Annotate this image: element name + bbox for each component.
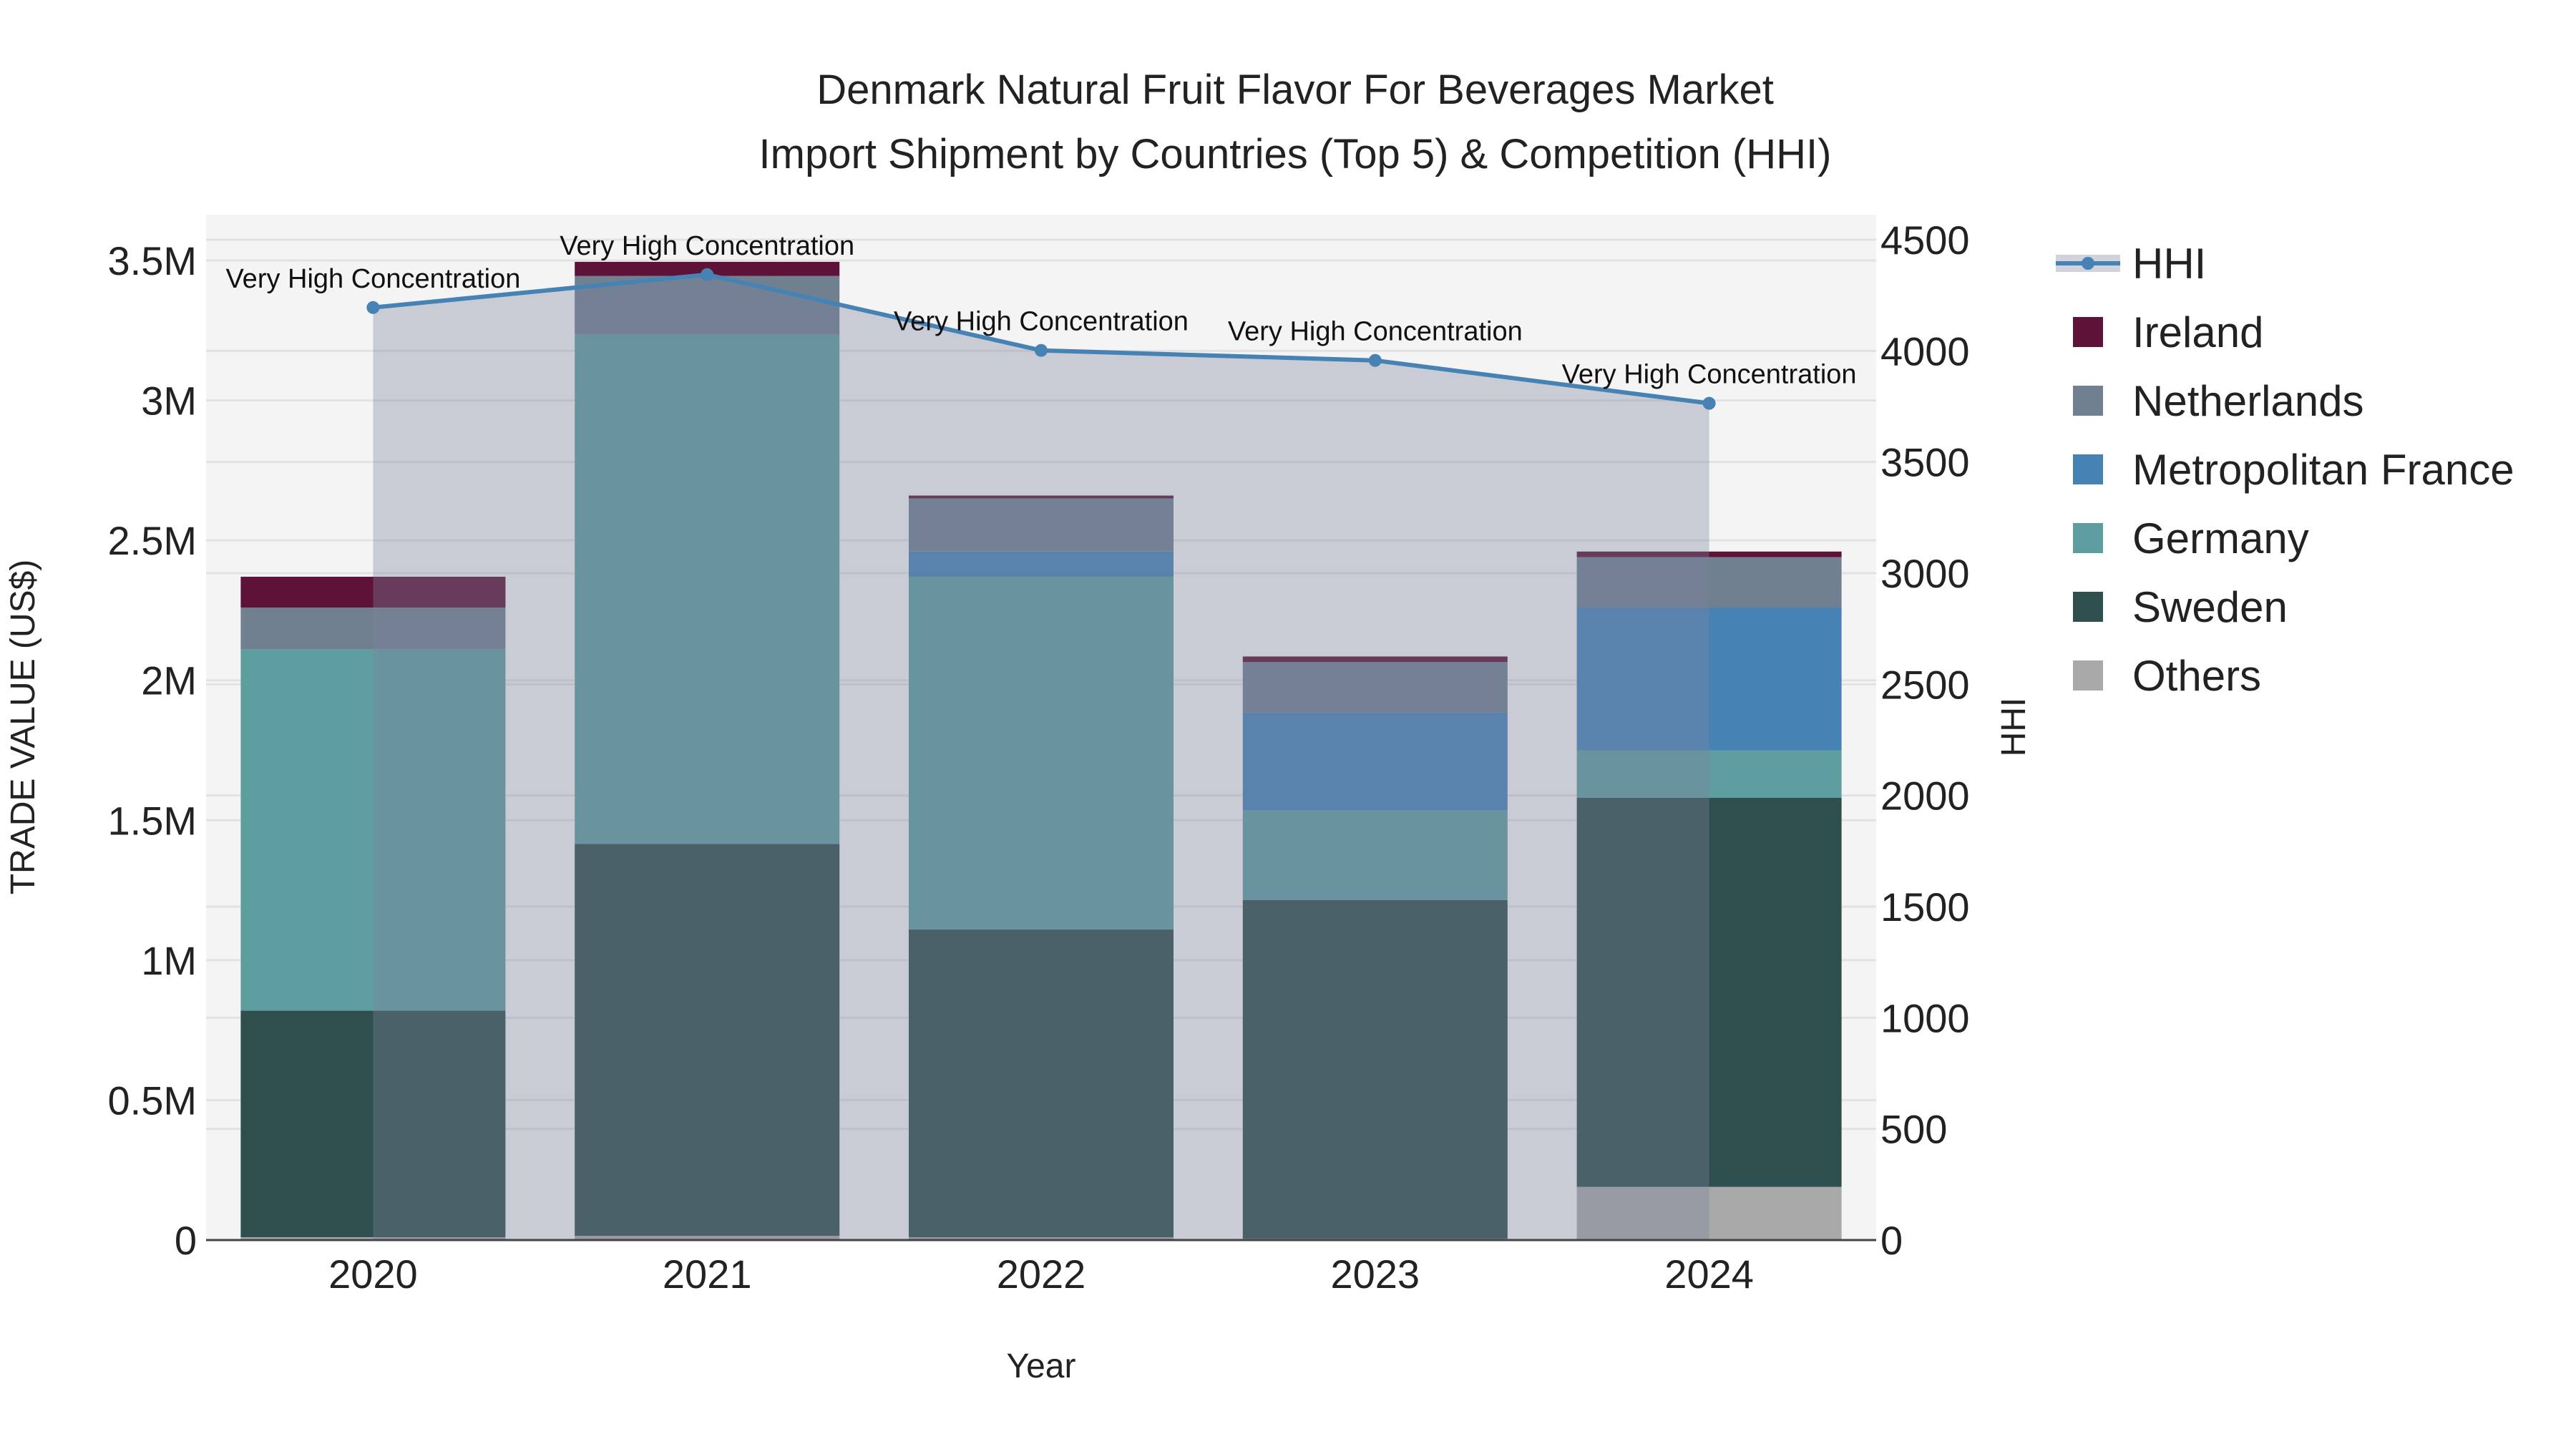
hhi-point [1702, 396, 1716, 410]
legend-hhi-marker [2082, 257, 2094, 270]
x-tick-label: 2022 [997, 1252, 1086, 1297]
legend-label: Germany [2132, 514, 2309, 562]
legend-swatch-netherlands [2073, 386, 2103, 416]
y2-axis-title: HHI [1995, 698, 2033, 757]
legend-swatch-sweden [2073, 592, 2103, 622]
legend-label: Netherlands [2132, 377, 2364, 425]
hhi-point [701, 268, 714, 281]
legend-label: Metropolitan France [2132, 446, 2514, 494]
y-tick-label: 3M [141, 379, 197, 424]
hhi-annotation: Very High Concentration [225, 264, 520, 294]
hhi-annotation: Very High Concentration [560, 231, 854, 261]
x-axis-title: Year [1007, 1347, 1076, 1385]
y-tick-label: 1M [141, 938, 197, 983]
y2-tick-label: 1000 [1880, 995, 1970, 1040]
x-tick-label: 2020 [328, 1252, 418, 1297]
y-tick-label: 1.5M [108, 798, 197, 843]
legend-label: Sweden [2132, 583, 2288, 631]
legend-label: Ireland [2132, 308, 2263, 356]
y2-tick-label: 0 [1880, 1218, 1903, 1263]
hhi-point [1035, 343, 1048, 357]
legend-label: HHI [2132, 240, 2206, 288]
y-tick-label: 2M [141, 658, 197, 703]
y2-tick-label: 3000 [1880, 551, 1970, 596]
y2-tick-label: 2500 [1880, 662, 1970, 707]
legend-swatch-others [2073, 660, 2103, 691]
y2-tick-label: 4500 [1880, 218, 1970, 263]
legend-label: Others [2132, 652, 2261, 700]
chart-title-line2: Import Shipment by Countries (Top 5) & C… [759, 131, 1832, 177]
y2-tick-label: 3500 [1880, 440, 1970, 485]
y-tick-label: 0.5M [108, 1078, 197, 1123]
y2-tick-label: 500 [1880, 1107, 1947, 1152]
legend-swatch-ireland [2073, 317, 2103, 347]
x-tick-label: 2023 [1331, 1252, 1420, 1297]
chart-title-line1: Denmark Natural Fruit Flavor For Beverag… [816, 67, 1774, 113]
hhi-annotation: Very High Concentration [1562, 360, 1857, 390]
y2-tick-label: 4000 [1880, 328, 1970, 374]
legend-swatch-metropolitan-france [2073, 454, 2103, 484]
hhi-area [373, 274, 1709, 1240]
x-tick-label: 2021 [663, 1252, 752, 1297]
y-tick-label: 3.5M [108, 238, 197, 283]
y2-tick-label: 2000 [1880, 774, 1970, 819]
legend-swatch-germany [2073, 523, 2103, 553]
chart: Denmark Natural Fruit Flavor For Beverag… [4, 67, 2514, 1385]
y-tick-label: 0 [175, 1218, 197, 1263]
y-tick-label: 2.5M [108, 518, 197, 563]
hhi-annotation: Very High Concentration [1228, 317, 1523, 347]
y-axis-title: TRADE VALUE (US$) [4, 560, 42, 895]
y2-tick-label: 1500 [1880, 884, 1970, 930]
hhi-point [1368, 353, 1382, 367]
hhi-point [366, 301, 380, 314]
hhi-annotation: Very High Concentration [894, 307, 1189, 337]
x-tick-label: 2024 [1664, 1252, 1754, 1297]
